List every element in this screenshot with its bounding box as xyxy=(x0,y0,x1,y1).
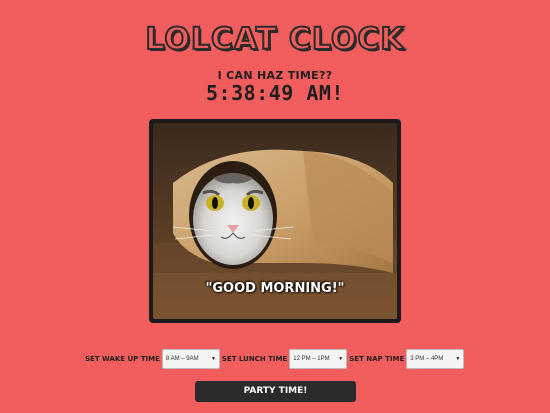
lolcat-image-frame: "GOOD MORNING!" xyxy=(149,119,401,323)
wake-up-select-value: 8 AM – 9AM xyxy=(165,356,199,362)
party-time-button[interactable]: PARTY TIME! xyxy=(195,381,356,402)
nap-label: SET NAP TIME xyxy=(349,355,405,363)
app-title: LOLCAT CLOCK xyxy=(144,21,405,58)
lunch-label: SET LUNCH TIME xyxy=(221,355,288,363)
time-controls: SET WAKE UP TIME 8 AM – 9AM ▼ SET LUNCH … xyxy=(85,348,466,370)
image-caption: "GOOD MORNING!" xyxy=(205,281,345,296)
lunch-select-value: 12 PM – 1PM xyxy=(293,356,330,362)
lolcat-image: "GOOD MORNING!" xyxy=(153,123,397,319)
wake-up-label: SET WAKE UP TIME xyxy=(85,355,160,363)
nap-select-value: 3 PM – 4PM xyxy=(410,356,444,362)
nap-select[interactable]: 3 PM – 4PM ▼ xyxy=(406,349,465,369)
chevron-down-icon: ▼ xyxy=(455,356,461,362)
chevron-down-icon: ▼ xyxy=(210,356,216,362)
lunch-select[interactable]: 12 PM – 1PM ▼ xyxy=(289,349,348,369)
clock-display: 5:38:49 AM! xyxy=(206,81,344,105)
chevron-down-icon: ▼ xyxy=(338,356,344,362)
wake-up-select[interactable]: 8 AM – 9AM ▼ xyxy=(161,349,220,369)
